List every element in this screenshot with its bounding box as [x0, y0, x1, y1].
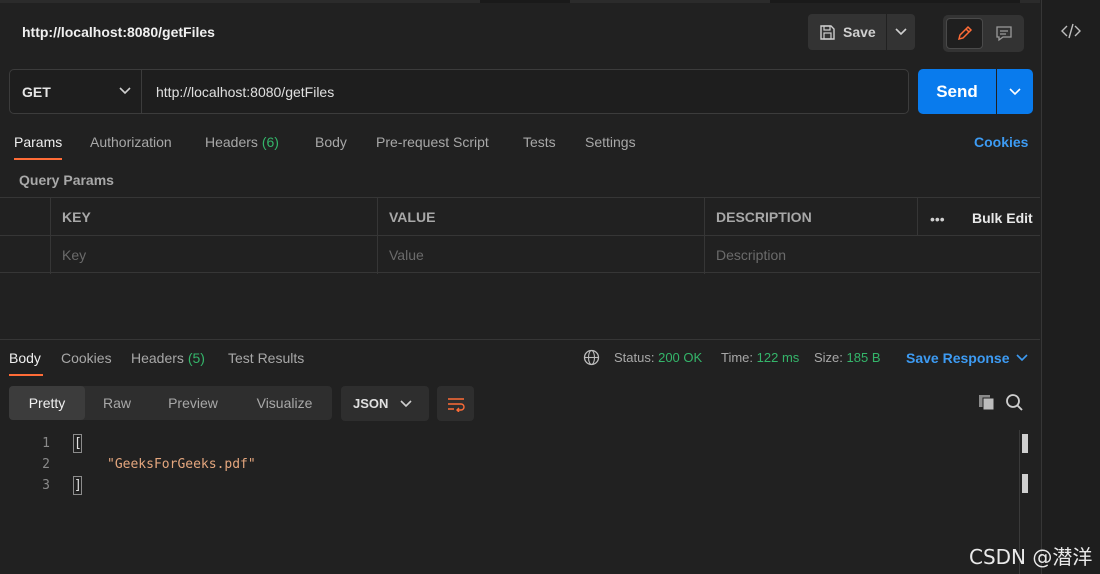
- copy-icon[interactable]: [977, 393, 996, 412]
- comments-button[interactable]: [987, 18, 1021, 49]
- scrollbar-marker[interactable]: [1022, 434, 1028, 453]
- right-sidebar: [1041, 0, 1100, 574]
- response-view-tabs: Pretty Raw Preview Visualize: [9, 386, 332, 420]
- tab-response-headers[interactable]: Headers (5): [131, 350, 205, 366]
- tab-response-body[interactable]: Body: [9, 350, 41, 366]
- save-label: Save: [843, 24, 876, 40]
- save-button[interactable]: Save: [808, 14, 886, 50]
- chevron-down-icon[interactable]: [1016, 354, 1028, 362]
- active-tab-indicator: [9, 374, 43, 376]
- size-value: 185 B: [846, 350, 881, 365]
- wrap-lines-icon: [447, 397, 465, 412]
- response-body-editor[interactable]: 1 2 3 [ "GeeksForGeeks.pdf" ]: [0, 430, 1040, 574]
- save-icon: [820, 24, 835, 40]
- status-value: 200 OK: [658, 350, 703, 365]
- column-header-value: VALUE: [377, 198, 704, 236]
- query-params-title: Query Params: [19, 172, 114, 188]
- tab-body[interactable]: Body: [315, 134, 347, 150]
- active-tab-indicator: [14, 158, 62, 160]
- table-row: Key Value Description: [0, 235, 1040, 274]
- key-input[interactable]: Key: [50, 236, 377, 274]
- send-button[interactable]: Send: [918, 69, 996, 114]
- code-icon[interactable]: [1060, 22, 1082, 40]
- size-readout[interactable]: Size: 185 B: [814, 350, 881, 365]
- tab-settings[interactable]: Settings: [585, 134, 636, 150]
- query-params-table: KEY VALUE DESCRIPTION ••• Bulk Edit Key …: [0, 197, 1040, 274]
- pencil-icon: [957, 25, 973, 41]
- headers-count: (6): [261, 134, 279, 150]
- tab-response-cookies[interactable]: Cookies: [61, 350, 112, 366]
- tab-headers[interactable]: Headers (6): [205, 134, 279, 150]
- response-tabs: Body Cookies Headers (5) Test Results St…: [0, 346, 1040, 378]
- format-label: JSON: [353, 396, 389, 411]
- chevron-down-icon: [1009, 87, 1021, 95]
- tab-raw[interactable]: Raw: [85, 386, 149, 420]
- pane-divider[interactable]: [0, 339, 1040, 340]
- method-label: GET: [22, 83, 51, 100]
- chevron-down-icon: [119, 87, 131, 95]
- json-open-bracket: [: [74, 436, 82, 451]
- line-number: 1: [42, 436, 50, 451]
- search-icon[interactable]: [1005, 393, 1024, 412]
- tab-headers-label: Headers: [205, 134, 258, 150]
- url-input[interactable]: http://localhost:8080/getFiles: [156, 84, 334, 100]
- cookies-link[interactable]: Cookies: [974, 134, 1028, 150]
- tab-response-headers-label: Headers: [131, 350, 184, 366]
- json-string-value: "GeeksForGeeks.pdf": [107, 457, 256, 472]
- watermark-text: CSDN @潜洋: [969, 545, 1093, 569]
- chevron-down-icon: [400, 399, 412, 407]
- more-options-icon[interactable]: •••: [930, 211, 945, 227]
- table-header-row: KEY VALUE DESCRIPTION ••• Bulk Edit: [0, 197, 1040, 236]
- request-title-bar: http://localhost:8080/getFiles Save: [0, 3, 1040, 60]
- line-number: 3: [42, 478, 50, 493]
- globe-icon[interactable]: [583, 349, 600, 366]
- size-label: Size:: [814, 350, 843, 365]
- tab-preview[interactable]: Preview: [149, 386, 237, 420]
- tab-authorization[interactable]: Authorization: [90, 134, 172, 150]
- comment-icon: [996, 26, 1012, 42]
- wrap-lines-button[interactable]: [437, 386, 474, 421]
- view-mode-toggle: [943, 15, 1024, 52]
- time-label: Time:: [721, 350, 754, 365]
- chevron-down-icon: [895, 28, 907, 36]
- status-readout[interactable]: Status: 200 OK: [614, 350, 702, 365]
- json-close-bracket: ]: [74, 478, 82, 493]
- column-header-description: DESCRIPTION: [704, 198, 917, 236]
- save-options-button[interactable]: [887, 14, 915, 50]
- tab-test-results[interactable]: Test Results: [228, 350, 304, 366]
- save-response-button[interactable]: Save Response: [906, 350, 1010, 366]
- status-label: Status:: [614, 350, 655, 365]
- bulk-edit-button[interactable]: Bulk Edit: [972, 210, 1033, 226]
- description-input[interactable]: Description: [704, 236, 1040, 274]
- format-select[interactable]: JSON: [341, 386, 429, 421]
- scrollbar-marker[interactable]: [1022, 474, 1028, 493]
- url-bar: GET http://localhost:8080/getFiles: [9, 69, 909, 114]
- time-value: 122 ms: [756, 350, 800, 365]
- time-readout[interactable]: Time: 122 ms: [721, 350, 799, 365]
- value-input[interactable]: Value: [377, 236, 704, 274]
- column-header-key: KEY: [50, 198, 377, 236]
- tab-pretty[interactable]: Pretty: [9, 386, 85, 420]
- tab-params[interactable]: Params: [14, 134, 62, 150]
- send-options-button[interactable]: [997, 69, 1033, 114]
- tab-tests[interactable]: Tests: [523, 134, 556, 150]
- response-headers-count: (5): [187, 350, 205, 366]
- tab-pre-request-script[interactable]: Pre-request Script: [376, 134, 489, 150]
- line-number: 2: [42, 457, 50, 472]
- method-select[interactable]: GET: [10, 70, 142, 113]
- tab-visualize[interactable]: Visualize: [237, 386, 332, 420]
- request-tabs: Params Authorization Headers (6) Body Pr…: [0, 130, 1040, 164]
- request-title[interactable]: http://localhost:8080/getFiles: [22, 24, 215, 40]
- edit-mode-button[interactable]: [946, 18, 983, 49]
